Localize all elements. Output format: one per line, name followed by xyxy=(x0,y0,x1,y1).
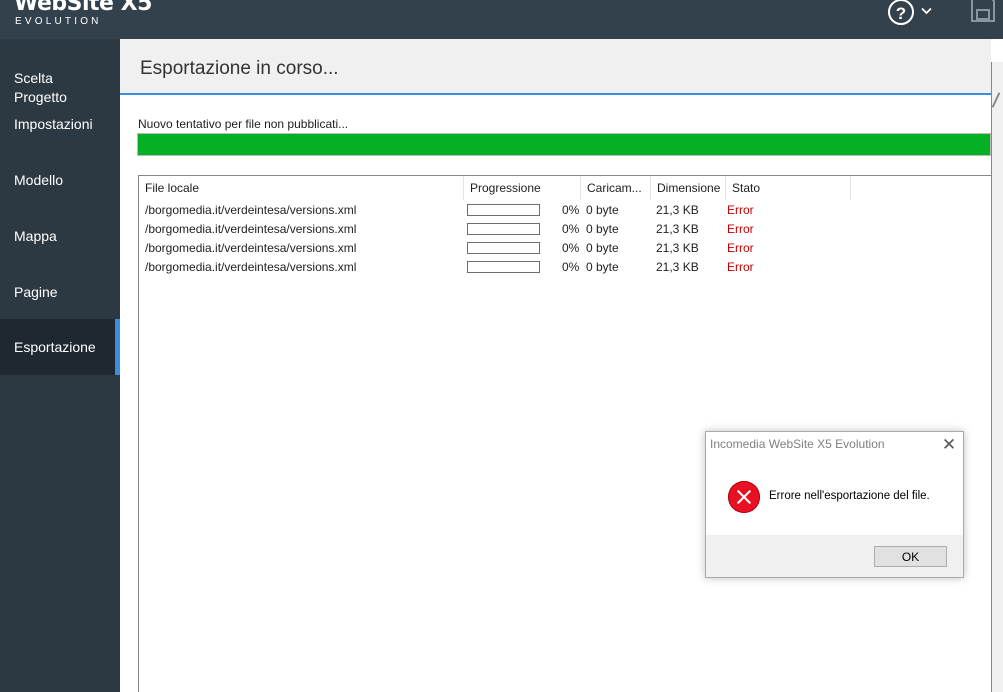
uploaded-bytes: 0 byte xyxy=(586,203,619,217)
uploaded-bytes: 0 byte xyxy=(586,241,619,255)
error-dialog: Incomedia WebSite X5 Evolution ✕ Errore … xyxy=(705,431,964,578)
row-progress-text: 0% xyxy=(562,203,580,217)
file-path: /borgomedia.it/verdeintesa/versions.xml xyxy=(145,241,357,255)
column-header-file[interactable]: File locale xyxy=(139,176,464,200)
side-panel-edge xyxy=(991,62,1003,692)
uploaded-bytes: 0 byte xyxy=(586,260,619,274)
sidebar-item-label: Mappa xyxy=(14,228,57,244)
file-size: 21,3 KB xyxy=(656,260,699,274)
sidebar-item-label: Esportazione xyxy=(14,339,96,355)
logo-title: WebSite X5 xyxy=(14,0,152,16)
top-bar: WebSite X5 EVOLUTION ? xyxy=(0,0,1003,39)
file-size: 21,3 KB xyxy=(656,241,699,255)
uploaded-bytes: 0 byte xyxy=(586,222,619,236)
page-title: Esportazione in corso... xyxy=(140,58,339,79)
sidebar-item-impostazioni[interactable]: Impostazioni xyxy=(0,115,120,134)
dialog-message: Errore nell'esportazione del file. xyxy=(769,490,930,502)
table-row[interactable]: /borgomedia.it/verdeintesa/versions.xml 0… xyxy=(139,258,992,277)
app-logo: WebSite X5 EVOLUTION xyxy=(14,0,152,27)
sidebar: Scelta Progetto Impostazioni Modello Map… xyxy=(0,39,120,692)
file-path: /borgomedia.it/verdeintesa/versions.xml xyxy=(145,260,357,274)
ok-button[interactable]: OK xyxy=(874,546,947,567)
help-icon[interactable]: ? xyxy=(888,0,914,25)
sidebar-item-scelta-progetto[interactable]: Scelta Progetto xyxy=(0,50,120,107)
error-icon xyxy=(728,481,760,513)
status-badge: Error xyxy=(727,241,754,255)
file-path: /borgomedia.it/verdeintesa/versions.xml xyxy=(145,222,357,236)
column-header-status[interactable]: Stato xyxy=(726,176,851,200)
table-row[interactable]: /borgomedia.it/verdeintesa/versions.xml 0… xyxy=(139,220,992,239)
file-size: 21,3 KB xyxy=(656,222,699,236)
overall-progress-fill xyxy=(138,134,990,155)
row-progress-bar xyxy=(467,223,540,235)
table-row[interactable]: /borgomedia.it/verdeintesa/versions.xml 0… xyxy=(139,239,992,258)
sidebar-item-pagine[interactable]: Pagine xyxy=(0,283,120,302)
status-badge: Error xyxy=(727,203,754,217)
row-progress-text: 0% xyxy=(562,260,580,274)
dialog-footer: OK xyxy=(706,535,963,577)
table-row[interactable]: /borgomedia.it/verdeintesa/versions.xml 0… xyxy=(139,201,992,220)
row-progress-bar xyxy=(467,261,540,273)
logo-subtitle: EVOLUTION xyxy=(15,16,102,27)
sidebar-item-modello[interactable]: Modello xyxy=(0,171,120,190)
sidebar-item-label: Scelta Progetto xyxy=(14,70,67,105)
sidebar-item-mappa[interactable]: Mappa xyxy=(0,227,120,246)
file-path: /borgomedia.it/verdeintesa/versions.xml xyxy=(145,203,357,217)
close-icon[interactable]: ✕ xyxy=(940,435,958,455)
sidebar-item-label: Modello xyxy=(14,172,64,188)
sidebar-item-esportazione[interactable]: Esportazione xyxy=(0,319,120,375)
sidebar-item-label: Pagine xyxy=(14,284,58,300)
column-header-uploaded[interactable]: Caricam... xyxy=(581,176,651,200)
status-text: Nuovo tentativo per file non pubblicati.… xyxy=(138,117,349,131)
column-header-progress[interactable]: Progressione xyxy=(464,176,581,200)
chevron-down-icon[interactable] xyxy=(921,4,932,18)
sidebar-item-label: Impostazioni xyxy=(14,116,93,132)
save-icon[interactable] xyxy=(971,0,995,22)
overall-progress-bar xyxy=(137,133,991,156)
row-progress-bar xyxy=(467,242,540,254)
column-header-size[interactable]: Dimensione xyxy=(651,176,726,200)
status-badge: Error xyxy=(727,260,754,274)
status-badge: Error xyxy=(727,222,754,236)
dialog-title: Incomedia WebSite X5 Evolution xyxy=(710,437,885,451)
page-header: Esportazione in corso... xyxy=(120,39,991,95)
row-progress-text: 0% xyxy=(562,241,580,255)
row-progress-bar xyxy=(467,204,540,216)
row-progress-text: 0% xyxy=(562,222,580,236)
file-size: 21,3 KB xyxy=(656,203,699,217)
